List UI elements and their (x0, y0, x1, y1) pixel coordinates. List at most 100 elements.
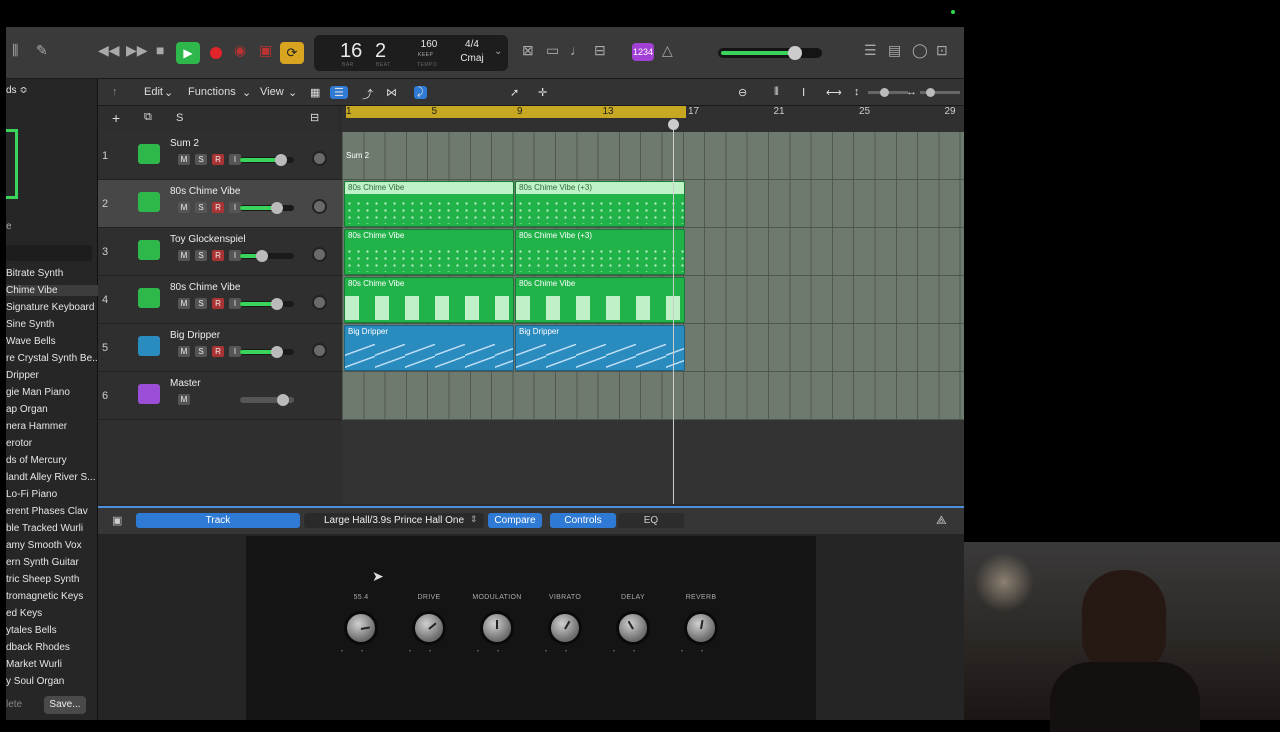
track-s-button[interactable]: S (195, 250, 207, 261)
smart-control-knob[interactable]: DELAY •• (608, 594, 658, 655)
library-patch-item[interactable]: y Soul Organ (6, 676, 98, 687)
track-lane-6[interactable] (342, 372, 964, 420)
automation-view-icon[interactable]: ⟁ (936, 513, 947, 528)
track-header[interactable]: 4 80s Chime Vibe M S R I (98, 276, 342, 324)
pan-knob[interactable] (312, 247, 327, 262)
inspector-icon[interactable]: ▣ (112, 514, 122, 527)
library-patch-item[interactable]: amy Smooth Vox (6, 540, 98, 551)
cycle-region[interactable] (346, 106, 686, 118)
stop-button[interactable]: ■ (156, 42, 164, 58)
track-header[interactable]: 5 Big Dripper M S R I (98, 324, 342, 372)
library-patch-item[interactable]: Chime Vibe (6, 285, 98, 296)
midi-region[interactable]: Big Dripper (515, 325, 685, 371)
track-m-button[interactable]: M (178, 202, 190, 213)
play-button[interactable]: ▶ (176, 42, 200, 64)
instrument-icon[interactable] (138, 192, 160, 212)
metronome-icon[interactable]: ♩ (570, 42, 584, 58)
pan-knob[interactable] (312, 295, 327, 310)
playhead[interactable] (673, 119, 674, 504)
cycle-button[interactable]: ⟳ (280, 42, 304, 64)
metronome-toggle-icon[interactable]: △ (662, 42, 673, 59)
track-header[interactable]: 1 Sum 2MSRI (98, 132, 342, 180)
playhead-handle[interactable] (668, 119, 679, 130)
knob-dial[interactable] (684, 611, 718, 645)
track-r-button[interactable]: R (212, 154, 224, 165)
track-header[interactable]: 6 Master M (98, 372, 342, 420)
vertical-zoom-slider[interactable] (868, 88, 908, 97)
smart-control-knob[interactable]: VIBRATO •• (540, 594, 590, 655)
smart-control-knob[interactable]: MODULATION •• (472, 594, 522, 655)
library-patch-item[interactable]: Market Wurli (6, 659, 98, 670)
search-field[interactable] (6, 245, 92, 261)
master-volume-slider[interactable] (718, 46, 822, 60)
pan-knob[interactable] (312, 199, 327, 214)
flex-icon[interactable]: ⋈ (386, 86, 397, 99)
preset-selector[interactable]: Large Hall/3.9s Prince Hall One (304, 513, 484, 528)
track-lane-3[interactable]: 80s Chime Vibe 80s Chime Vibe (+3) (342, 228, 964, 276)
track-header[interactable]: 2 80s Chime Vibe M S R I (98, 180, 342, 228)
track-lane-5[interactable]: Big Dripper Big Dripper (342, 324, 964, 372)
track-s-button[interactable]: S (195, 298, 207, 309)
pointer-tool-icon[interactable]: ➚ (510, 86, 519, 99)
track-r-button[interactable]: R (212, 298, 224, 309)
knob-dial[interactable] (480, 611, 514, 645)
library-patch-item[interactable]: tric Sheep Synth (6, 574, 98, 585)
library-patch-item[interactable]: Sine Synth (6, 319, 98, 330)
instrument-icon[interactable] (138, 288, 160, 308)
track-name[interactable]: 80s Chime Vibe (170, 186, 240, 197)
track-m-button[interactable]: M (178, 394, 190, 405)
track-name[interactable]: Master (170, 378, 201, 389)
library-patch-item[interactable]: Dripper (6, 370, 98, 381)
waveform-zoom-icon[interactable]: ⦀ (774, 86, 779, 99)
duplicate-track-icon[interactable]: ⧉ (144, 111, 152, 124)
track-name[interactable]: 80s Chime Vibe (170, 282, 240, 293)
library-patch-item[interactable]: ble Tracked Wurli (6, 523, 98, 534)
list-view-icon[interactable]: ☰ (330, 86, 348, 99)
marquee-tool-icon[interactable]: ✛ (538, 86, 547, 99)
library-patch-item[interactable]: tromagnetic Keys (6, 591, 98, 602)
track-lane-2[interactable]: 80s Chime Vibe 80s Chime Vibe (+3) (342, 180, 964, 228)
forward-button[interactable]: ▶▶ (126, 42, 148, 59)
track-name[interactable]: Toy Glockenspiel (170, 234, 246, 245)
lcd-display[interactable]: 16 2 BAR BEAT 160 KEEP TEMPO 4/4 Cmaj ⌄ (314, 35, 508, 71)
track-volume-slider[interactable] (240, 346, 294, 358)
smart-control-knob[interactable]: REVERB •• (676, 594, 726, 655)
track-r-button[interactable]: R (212, 346, 224, 357)
track-header[interactable]: 3 Toy Glockenspiel M S R I (98, 228, 342, 276)
track-volume-slider[interactable] (240, 202, 294, 214)
pan-knob[interactable] (312, 343, 327, 358)
width-icon[interactable]: ↔ (906, 86, 917, 98)
library-patch-item[interactable]: Bitrate Synth (6, 268, 98, 279)
library-patch-item[interactable]: erent Phases Clav (6, 506, 98, 517)
track-name[interactable]: Sum 2 (170, 138, 199, 149)
knob-dial[interactable] (548, 611, 582, 645)
midi-region[interactable]: 80s Chime Vibe (344, 277, 514, 323)
snap-icon[interactable]: ⊖ (738, 86, 747, 99)
functions-menu[interactable]: Functions (188, 86, 236, 98)
horizontal-zoom-slider[interactable] (920, 88, 960, 97)
smart-control-knob[interactable]: DRIVE •• (404, 594, 454, 655)
replace-mode-icon[interactable]: ⊟ (594, 42, 606, 59)
midi-region[interactable]: 80s Chime Vibe (344, 181, 514, 227)
add-track-button[interactable]: + (112, 110, 120, 126)
library-patch-item[interactable]: re Crystal Synth Be... (6, 353, 98, 364)
instrument-icon[interactable] (138, 144, 160, 164)
track-volume-slider[interactable] (240, 154, 294, 166)
library-patch-item[interactable]: Wave Bells (6, 336, 98, 347)
rewind-button[interactable]: ◀◀ (98, 42, 120, 59)
track-volume-slider[interactable] (240, 250, 294, 262)
track-lane-4[interactable]: 80s Chime Vibe 80s Chime Vibe (342, 276, 964, 324)
library-patch-item[interactable]: landt Alley River S... (6, 472, 98, 483)
tracks-area[interactable]: Sum 2 80s Chime Vibe 80s Chime Vibe (+3)… (342, 132, 964, 420)
vertical-zoom-icon[interactable]: Ⅰ (802, 86, 805, 99)
smart-control-knob[interactable]: 55.4 •• (336, 594, 386, 655)
browser-icon[interactable]: ⊡ (936, 42, 948, 59)
edit-menu[interactable]: Edit (144, 86, 163, 98)
library-patch-item[interactable]: ap Organ (6, 404, 98, 415)
library-patch-item[interactable]: ern Synth Guitar (6, 557, 98, 568)
automation-icon[interactable]: ⤴ (362, 86, 373, 102)
horizontal-zoom-icon[interactable]: ⟷ (826, 86, 842, 99)
library-patch-item[interactable]: ytales Bells (6, 625, 98, 636)
track-volume-slider[interactable] (240, 298, 294, 310)
track-m-button[interactable]: M (178, 298, 190, 309)
